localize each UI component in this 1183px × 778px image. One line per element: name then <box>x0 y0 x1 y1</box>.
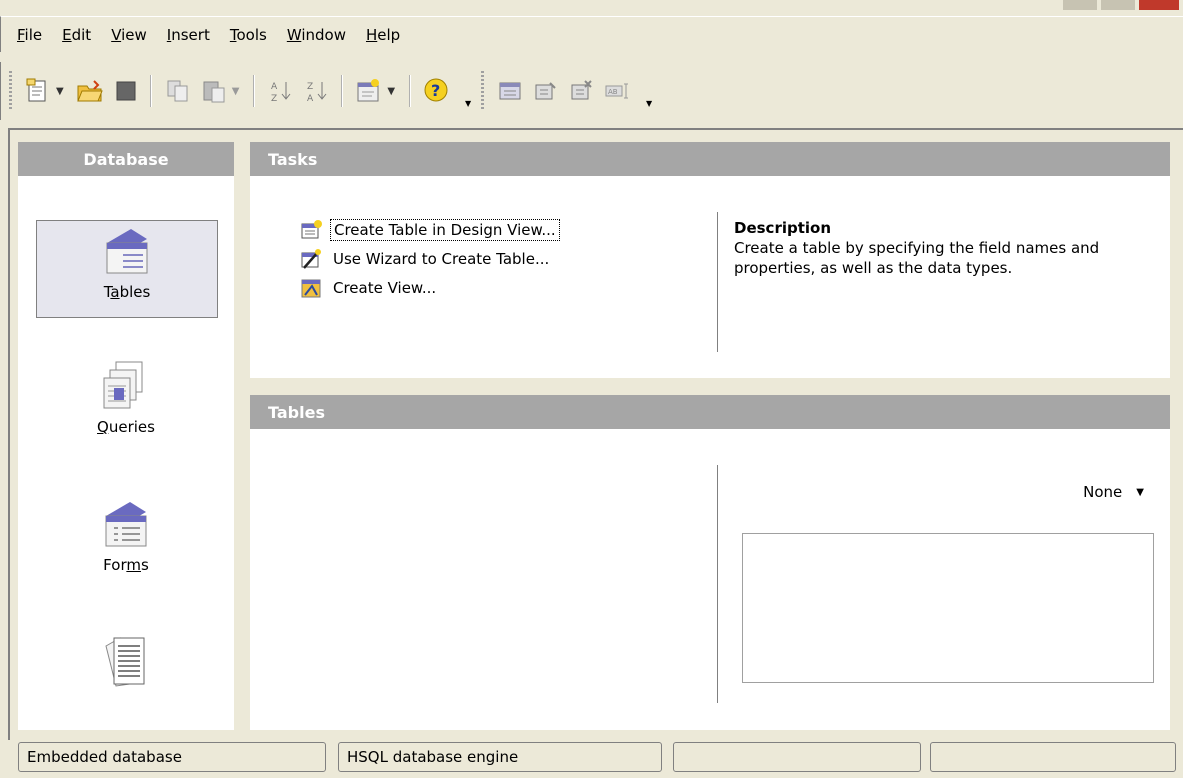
task-description: Description Create a table by specifying… <box>734 218 1164 278</box>
task-label: Create Table in Design View... <box>330 219 560 241</box>
copy-icon[interactable] <box>162 75 194 107</box>
tables-panel-title: Tables <box>250 395 1170 429</box>
svg-text:A: A <box>307 94 314 104</box>
menu-view[interactable]: View <box>111 24 147 46</box>
form-design-dropdown-arrow[interactable]: ▼ <box>387 86 395 97</box>
table-data-icon[interactable] <box>494 75 526 107</box>
toolbar-overflow-icon[interactable]: ▼ <box>463 74 474 108</box>
database-panel: Database Tables Queries Forms <box>18 142 234 730</box>
task-label: Create View... <box>333 279 437 297</box>
paste-icon[interactable] <box>198 75 230 107</box>
database-item-forms[interactable]: Forms <box>36 498 216 598</box>
preview-mode-dropdown[interactable]: None ▼ <box>1083 483 1144 501</box>
standard-toolbar: ▼ ▼ AZ ZA ▼ ? ▼ AB ▼ <box>0 62 1183 120</box>
menu-help[interactable]: Help <box>366 24 400 46</box>
preview-area <box>742 533 1154 683</box>
menu-tools[interactable]: Tools <box>230 24 267 46</box>
help-icon[interactable]: ? <box>421 75 453 107</box>
toolbar-overflow-icon[interactable]: ▼ <box>644 74 655 108</box>
form-design-icon[interactable] <box>353 75 385 107</box>
status-database-engine: HSQL database engine <box>338 742 662 772</box>
edit-icon[interactable] <box>530 75 562 107</box>
task-label: Use Wizard to Create Table... <box>333 250 550 268</box>
tasks-divider <box>717 212 718 352</box>
database-item-label: Tables <box>103 283 151 301</box>
database-item-label: Forms <box>103 556 149 574</box>
status-embedded-database: Embedded database <box>18 742 326 772</box>
svg-text:Z: Z <box>271 94 277 104</box>
tables-icon <box>106 229 148 274</box>
database-item-reports[interactable] <box>36 632 216 712</box>
tasks-panel-title: Tasks <box>250 142 1170 176</box>
toolbar-separator <box>341 75 344 107</box>
window-controls-fragment <box>1063 0 1179 10</box>
description-title: Description <box>734 219 832 237</box>
new-dropdown-arrow[interactable]: ▼ <box>56 86 64 97</box>
toolbar-separator <box>409 75 412 107</box>
database-item-queries[interactable]: Queries <box>36 360 216 460</box>
tasks-panel: Tasks Create Table in Design View... Use… <box>250 142 1170 378</box>
queries-icon <box>103 361 143 409</box>
chevron-down-icon: ▼ <box>1136 486 1144 498</box>
tables-panel: Tables None ▼ <box>250 395 1170 730</box>
open-folder-icon[interactable] <box>74 75 106 107</box>
table-design-icon <box>300 219 322 241</box>
sort-descending-icon[interactable]: ZA <box>301 75 333 107</box>
tables-list[interactable] <box>250 429 710 729</box>
preview-mode-value: None <box>1083 483 1123 501</box>
toolbar-grip[interactable] <box>9 71 12 111</box>
description-text: Create a table by specifying the field n… <box>734 239 1100 277</box>
toolbar-separator <box>253 75 256 107</box>
status-bar: Embedded database HSQL database engine <box>18 742 1183 774</box>
database-panel-title: Database <box>18 142 234 176</box>
menu-window[interactable]: Window <box>287 24 346 46</box>
task-list: Create Table in Design View... Use Wizar… <box>300 217 560 304</box>
task-use-wizard-create-table[interactable]: Use Wizard to Create Table... <box>300 246 560 272</box>
edit-delete-icon[interactable] <box>566 75 598 107</box>
new-document-icon[interactable] <box>22 75 54 107</box>
view-icon <box>300 277 322 299</box>
menu-file[interactable]: File <box>17 24 42 46</box>
toolbar-separator <box>149 75 152 107</box>
menu-edit[interactable]: Edit <box>62 24 91 46</box>
toolbar-grip[interactable] <box>481 71 485 111</box>
paste-dropdown-arrow[interactable]: ▼ <box>232 86 240 97</box>
task-create-view[interactable]: Create View... <box>300 275 560 301</box>
status-cell-3 <box>673 742 921 772</box>
task-create-table-design-view[interactable]: Create Table in Design View... <box>300 217 560 243</box>
menu-insert[interactable]: Insert <box>167 24 210 46</box>
svg-text:AB: AB <box>608 88 618 96</box>
save-icon[interactable] <box>110 75 142 107</box>
window-top-strip <box>0 0 1183 12</box>
svg-text:A: A <box>271 82 278 92</box>
database-item-tables[interactable]: Tables <box>36 220 218 318</box>
status-cell-4 <box>930 742 1176 772</box>
reports-icon <box>105 637 145 687</box>
wizard-icon <box>300 248 322 270</box>
database-item-label: Queries <box>97 418 155 436</box>
tables-divider <box>717 465 718 703</box>
svg-text:Z: Z <box>307 82 313 92</box>
svg-text:?: ? <box>431 81 440 100</box>
rename-icon[interactable]: AB <box>602 75 634 107</box>
sort-ascending-icon[interactable]: AZ <box>265 75 297 107</box>
forms-icon <box>105 502 147 547</box>
menu-bar: File Edit View Insert Tools Window Help <box>0 16 1183 52</box>
